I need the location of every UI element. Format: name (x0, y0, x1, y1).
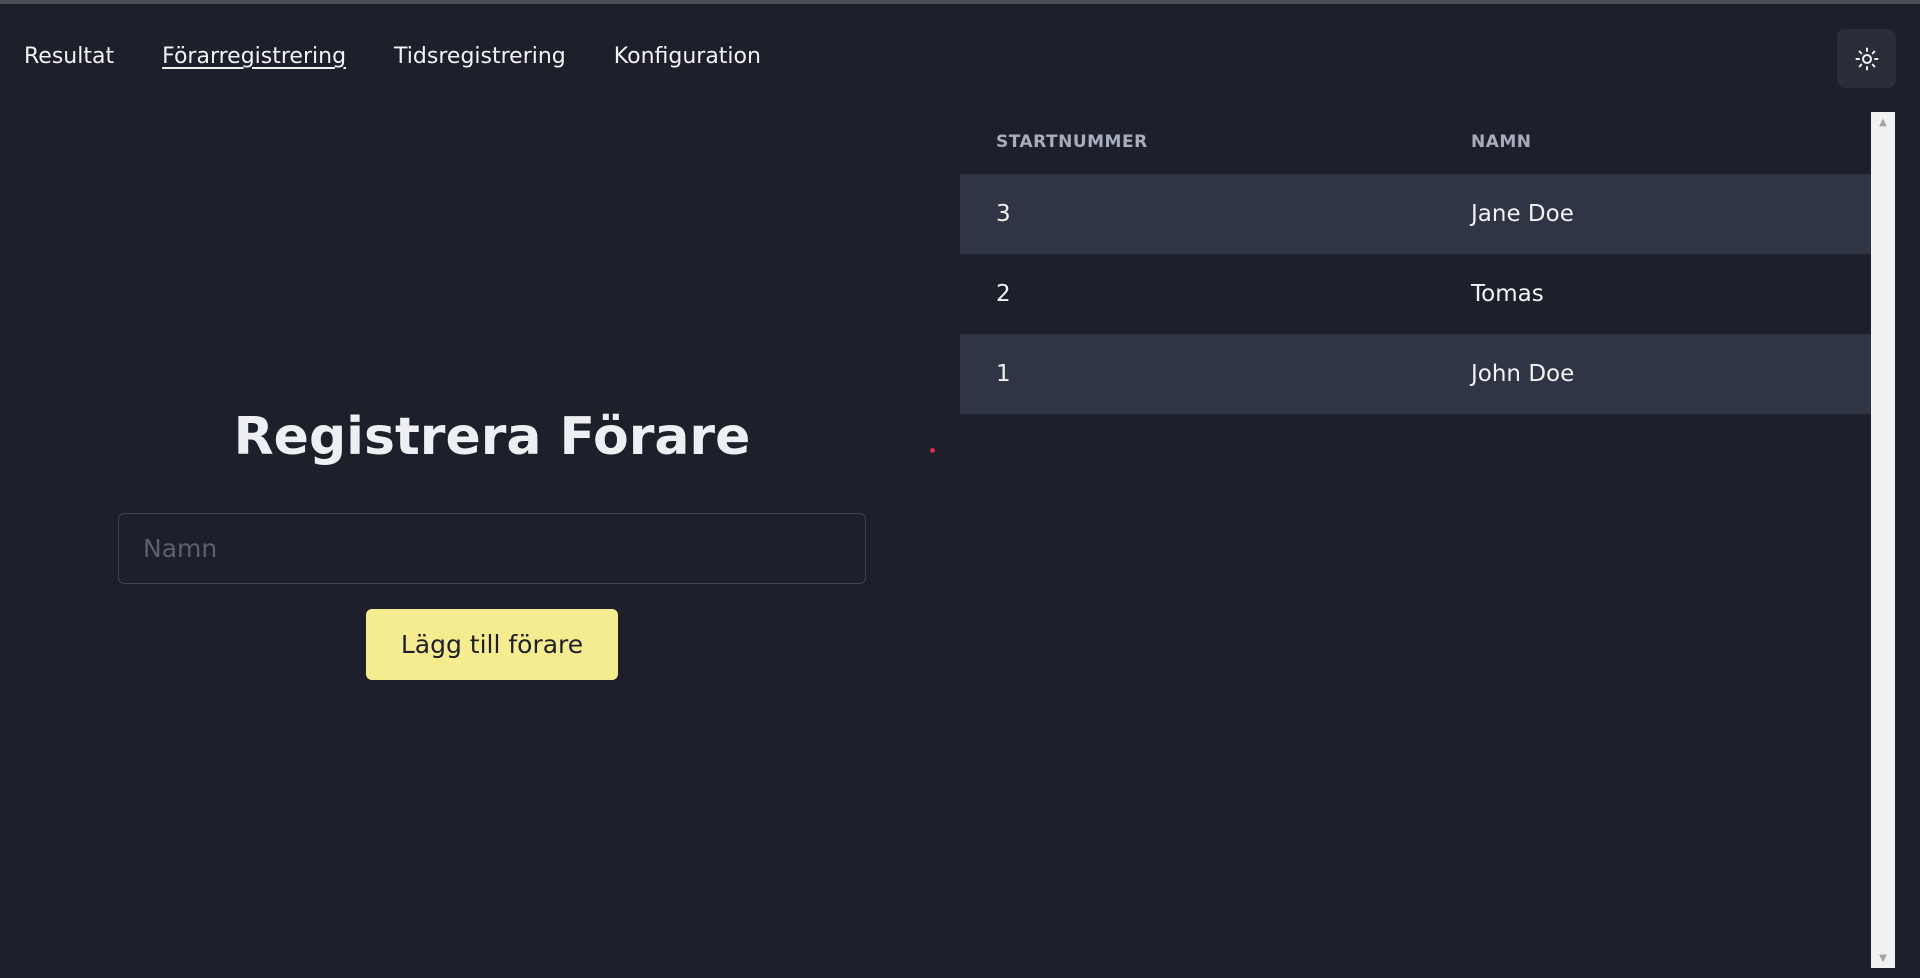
sun-icon (1855, 47, 1878, 70)
table-header-row: STARTNUMMER NAMN (960, 110, 1871, 174)
main-nav: Resultat Förarregistrering Tidsregistrer… (24, 44, 809, 69)
add-driver-button[interactable]: Lägg till förare (366, 609, 618, 680)
window-top-border (0, 0, 1920, 4)
theme-toggle-button[interactable] (1837, 29, 1896, 88)
page-title: Registrera Förare (233, 407, 751, 467)
name-input[interactable] (118, 513, 866, 584)
cursor-marker (930, 448, 935, 453)
drivers-table: STARTNUMMER NAMN 3 Jane Doe 2 Tomas 1 Jo… (960, 110, 1871, 414)
cell-startnummer: 2 (996, 281, 1011, 307)
column-header-namn[interactable]: NAMN (1471, 110, 1871, 174)
column-header-startnummer[interactable]: STARTNUMMER (960, 110, 1471, 174)
cell-startnummer: 1 (960, 334, 1471, 414)
table-row[interactable]: 1 John Doe (960, 334, 1871, 414)
nav-item-tidsregistrering[interactable]: Tidsregistrering (394, 44, 566, 69)
table-row[interactable]: 3 Jane Doe (960, 174, 1871, 254)
drivers-table-container: STARTNUMMER NAMN 3 Jane Doe 2 Tomas 1 Jo… (960, 110, 1871, 968)
cell-namn: John Doe (1471, 334, 1871, 414)
table-scrollbar[interactable]: ▲ ▼ (1871, 112, 1895, 968)
cell-startnummer: 3 (960, 174, 1471, 254)
nav-item-forarregistrering[interactable]: Förarregistrering (162, 44, 346, 69)
nav-item-resultat[interactable]: Resultat (24, 44, 114, 69)
table-row[interactable]: 2 Tomas (960, 254, 1871, 334)
cell-namn: Tomas (1471, 281, 1544, 307)
register-driver-panel: Registrera Förare Lägg till förare (0, 110, 960, 978)
nav-item-konfiguration[interactable]: Konfiguration (614, 44, 761, 69)
scroll-up-arrow-icon[interactable]: ▲ (1871, 112, 1895, 132)
cell-namn: Jane Doe (1471, 174, 1871, 254)
scroll-down-arrow-icon[interactable]: ▼ (1871, 948, 1895, 968)
